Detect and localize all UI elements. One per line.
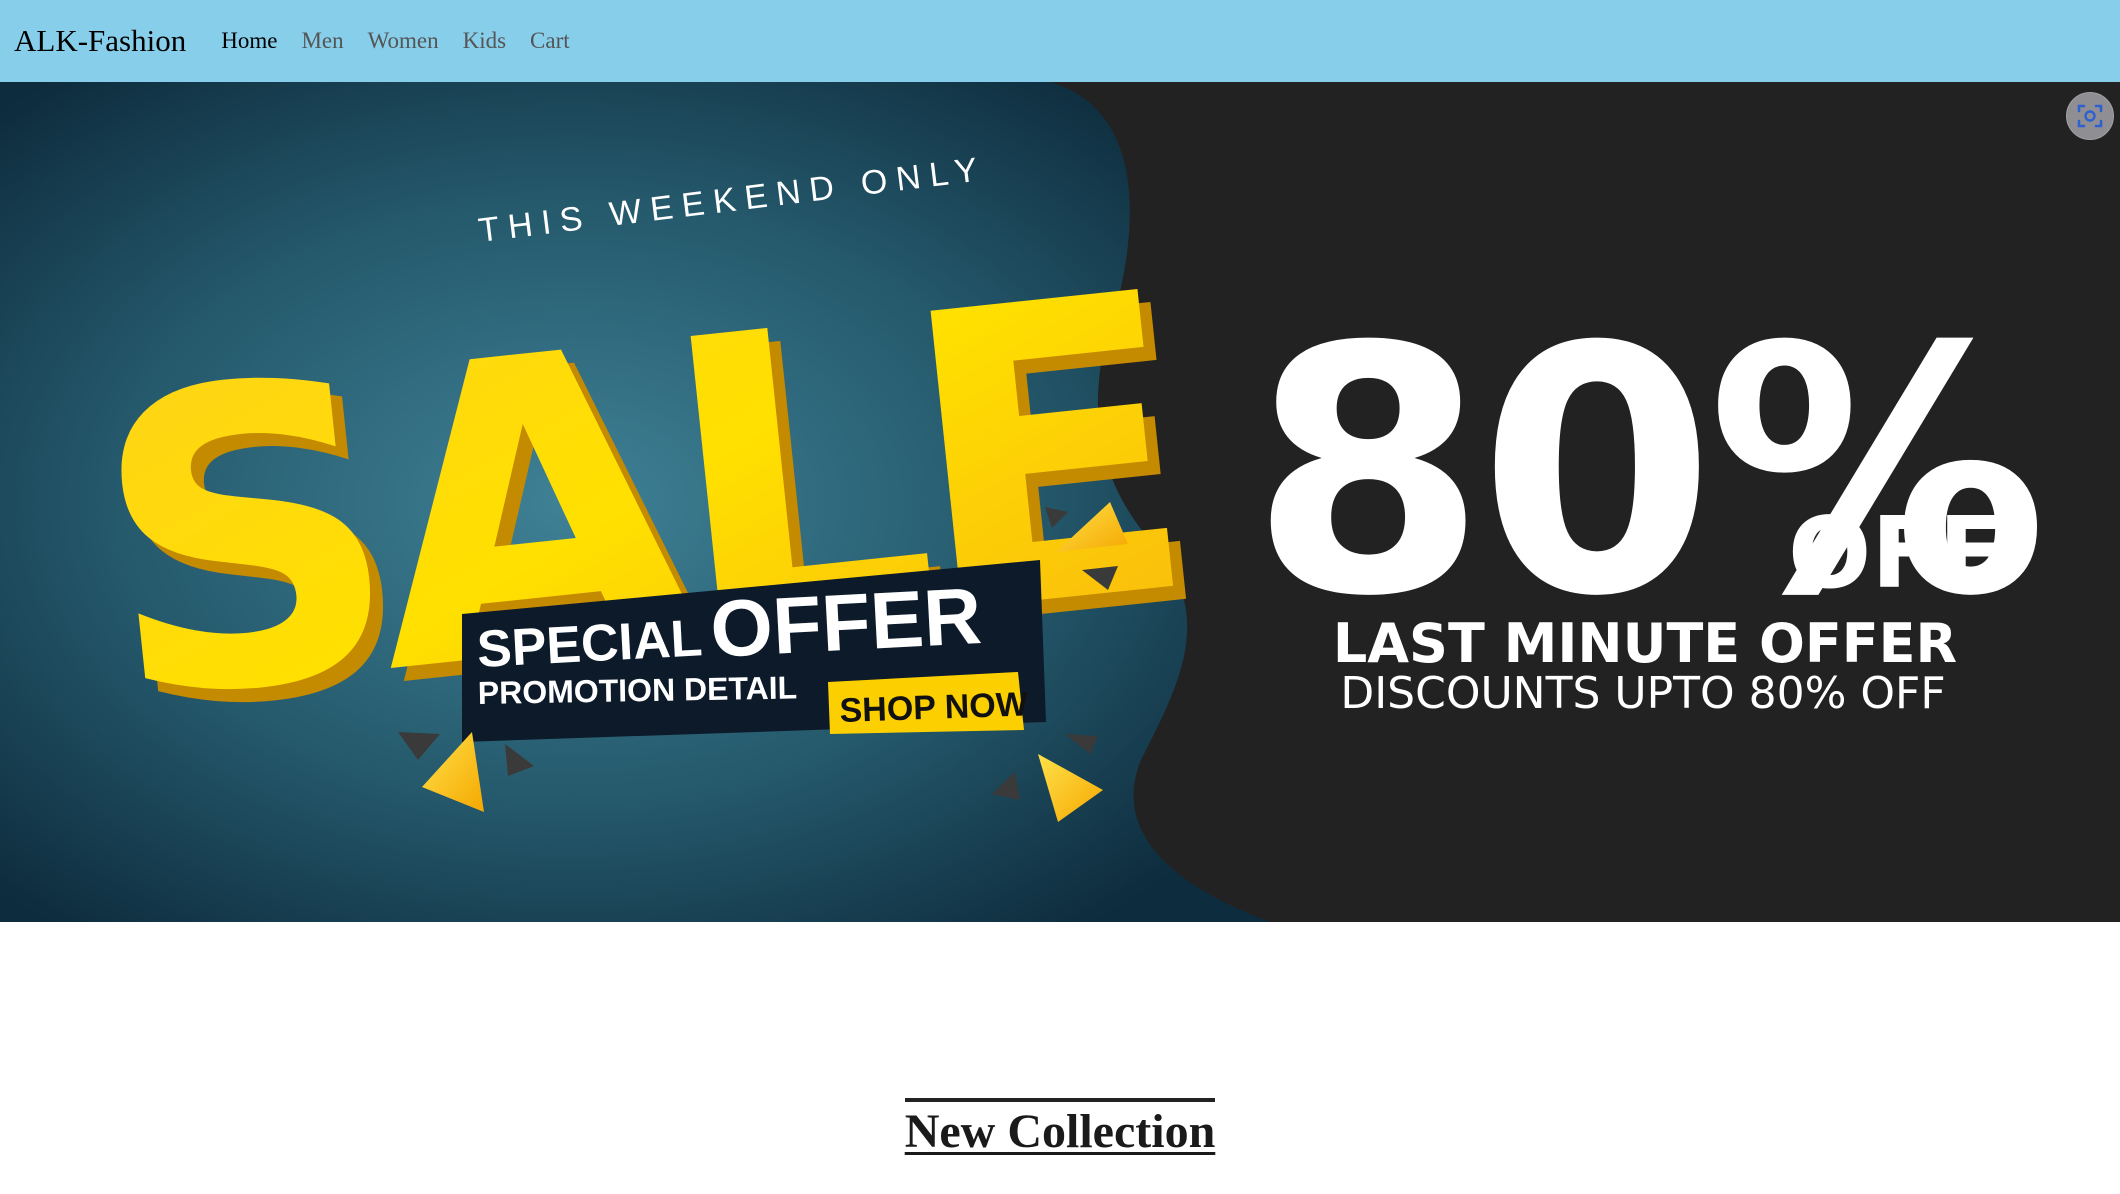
last-minute-text: LAST MINUTE OFFER <box>1333 612 1957 675</box>
section-heading: New Collection <box>0 1098 2120 1160</box>
promotion-detail-text: PROMOTION DETAIL <box>477 669 797 711</box>
shop-now-text: SHOP NOW <box>839 685 1029 730</box>
navbar: ALK-Fashion Home Men Women Kids Cart <box>0 0 2120 82</box>
discounts-text: DISCOUNTS UPTO 80% OFF <box>1340 668 1945 719</box>
special-text: SPECIAL <box>476 609 704 679</box>
off-text: OFF <box>1788 497 2005 611</box>
screen-capture-icon-glyph <box>2077 104 2103 128</box>
nav-link-women[interactable]: Women <box>368 28 439 54</box>
sale-banner[interactable]: THIS WEEKEND ONLY SALE SALE SPECIAL OFFE… <box>0 82 2120 922</box>
brand-logo[interactable]: ALK-Fashion <box>14 23 186 59</box>
offer-text: OFFER <box>708 571 983 674</box>
nav-link-kids[interactable]: Kids <box>463 28 506 54</box>
nav-link-men[interactable]: Men <box>301 28 343 54</box>
nav-link-cart[interactable]: Cart <box>530 28 570 54</box>
new-collection-title: New Collection <box>904 1098 1216 1160</box>
screen-capture-icon[interactable] <box>2066 92 2114 140</box>
nav-link-home[interactable]: Home <box>221 28 277 54</box>
